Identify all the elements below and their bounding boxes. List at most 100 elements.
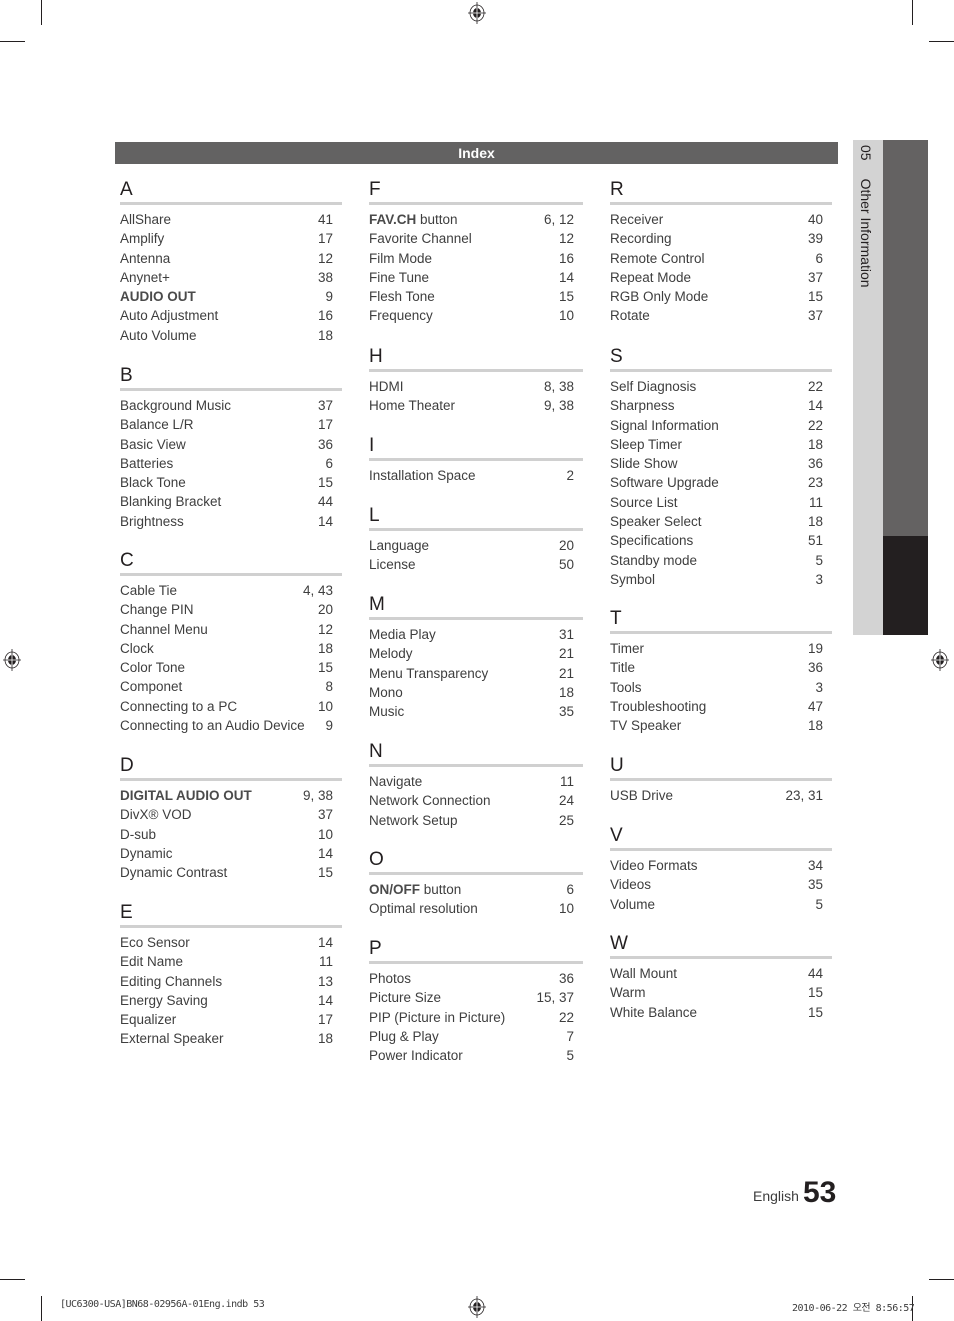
entry-term-text: Remote Control <box>610 250 705 266</box>
entry-page: 3 <box>815 679 823 695</box>
entry-term-text: Troubleshooting <box>610 698 707 714</box>
index-entry: Repeat Mode 37 <box>610 268 832 287</box>
entry-term-text: Favorite Channel <box>369 231 472 247</box>
index-entry: Anynet+ 38 <box>120 268 342 287</box>
entry-page: 22 <box>558 1009 574 1025</box>
entry-term-text: Eco Sensor <box>120 935 190 950</box>
registration-mark-icon <box>468 1296 486 1318</box>
entry-term: Black Tone <box>120 473 186 492</box>
print-slug-timestamp: 2010-06-22 오전 8:56:57 <box>792 1303 915 1314</box>
section-letter: E <box>120 902 133 923</box>
index-entry: FAV.CH button 6, 12 <box>369 210 583 229</box>
entry-page: 44 <box>317 494 333 510</box>
section-letter: C <box>120 550 134 571</box>
entry-term-text: Plug & Play <box>369 1028 439 1044</box>
entry-term-text: Energy Saving <box>120 992 208 1008</box>
index-entry: Photos 36 <box>369 969 583 988</box>
index-entry: Symbol 3 <box>610 570 832 589</box>
entry-term-text: PIP (Picture in Picture) <box>369 1009 506 1025</box>
entry-page: 19 <box>807 641 823 656</box>
entry-term: Wall Mount <box>610 964 677 983</box>
entry-term: Symbol <box>610 570 655 589</box>
index-entry: Signal Information 22 <box>610 416 832 435</box>
entry-term-text: Componet <box>120 679 183 695</box>
entry-page: 20 <box>558 538 574 553</box>
section-divider <box>610 369 832 372</box>
entry-term-text: Dynamic <box>120 845 173 861</box>
entry-term-text: Self Diagnosis <box>610 379 697 394</box>
entry-term-text: External Speaker <box>120 1031 224 1047</box>
index-section-o: O ON/OFF button 6 Optimal resolution 10 <box>369 848 583 919</box>
section-letter: V <box>610 825 623 846</box>
entry-term: Background Music <box>120 396 231 415</box>
entry-term: White Balance <box>610 1003 697 1022</box>
index-entry: Connecting to a PC 10 <box>120 697 342 716</box>
entry-term-text: Blanking Bracket <box>120 494 222 510</box>
entry-page: 18 <box>807 718 823 734</box>
entry-page: 18 <box>317 1031 333 1047</box>
entry-term: Antenna <box>120 249 170 268</box>
entry-term-text: AllShare <box>120 212 172 227</box>
index-entry: USB Drive 23, 31 <box>610 786 832 805</box>
entry-page: 9, 38 <box>302 788 333 803</box>
entry-page: 16 <box>317 308 333 324</box>
entry-term: Standby mode <box>610 551 697 570</box>
entry-term: Media Play <box>369 625 436 644</box>
entry-term-text: Recording <box>610 231 672 247</box>
entry-term: Title <box>610 658 635 677</box>
entry-term: Auto Volume <box>120 326 197 345</box>
index-section-a: A AllShare 41 Amplify 17 Antenna 12 Anynet+ 38 AU… <box>120 178 342 345</box>
entry-term-text: Video Formats <box>610 858 698 873</box>
entry-page: 18 <box>317 640 333 656</box>
entry-term-text: Installation Space <box>369 468 476 483</box>
entry-term: Optimal resolution <box>369 899 478 918</box>
entry-term-text: Specifications <box>610 533 694 549</box>
entry-term: Anynet+ <box>120 268 170 287</box>
entry-term-text: Photos <box>369 971 412 986</box>
entry-term: Favorite Channel <box>369 229 472 248</box>
entry-term: Music <box>369 702 404 721</box>
entry-term-text: TV Speaker <box>610 718 682 734</box>
entry-term-text: Film Mode <box>369 250 433 266</box>
entry-page: 10 <box>317 826 333 842</box>
entry-term: Installation Space <box>369 466 476 485</box>
entry-page: 9, 38 <box>543 398 574 414</box>
entry-page: 15 <box>558 289 574 305</box>
entry-term: Basic View <box>120 435 186 454</box>
chapter-tab: 05 Other Information <box>858 145 874 288</box>
index-entry: DIGITAL AUDIO OUT 9, 38 <box>120 786 342 805</box>
section-letter: H <box>369 346 383 367</box>
index-entry: Recording 39 <box>610 229 832 248</box>
entry-term-text: Slide Show <box>610 456 678 472</box>
index-entry: Connecting to an Audio Device 9 <box>120 716 342 735</box>
entry-term-text: Menu Transparency <box>369 665 489 681</box>
entry-term-text: Mono <box>369 684 403 700</box>
entry-term-text: Warm <box>610 985 646 1001</box>
index-entry: Brightness 14 <box>120 512 342 531</box>
crop-mark <box>929 41 954 42</box>
entry-term: Repeat Mode <box>610 268 691 287</box>
entry-term-text: Picture Size <box>369 990 442 1006</box>
entry-term-text: Volume <box>610 896 656 912</box>
entry-term: Menu Transparency <box>369 664 488 683</box>
entry-term-text: Title <box>610 660 636 676</box>
entry-term-text: Network Connection <box>369 793 491 809</box>
entry-page: 35 <box>558 704 574 720</box>
entry-page: 38 <box>317 269 333 285</box>
chapter-number: 05 <box>858 145 874 161</box>
entry-page: 50 <box>558 557 574 573</box>
entry-page: 14 <box>317 513 333 529</box>
entry-page: 34 <box>807 858 823 873</box>
entry-term-text: Antenna <box>120 250 171 266</box>
entry-term: Edit Name <box>120 952 183 971</box>
entry-term-text: Power Indicator <box>369 1048 463 1064</box>
entry-term-text: Editing Channels <box>120 973 223 989</box>
entry-page: 40 <box>807 212 823 227</box>
entry-page: 6 <box>325 455 333 471</box>
index-entry: Componet 8 <box>120 677 342 696</box>
entry-page: 14 <box>317 992 333 1008</box>
index-entry: Balance L/R 17 <box>120 415 342 434</box>
index-entry: Clock 18 <box>120 639 342 658</box>
entry-term: Home Theater <box>369 396 455 415</box>
entry-page: 37 <box>317 398 333 413</box>
